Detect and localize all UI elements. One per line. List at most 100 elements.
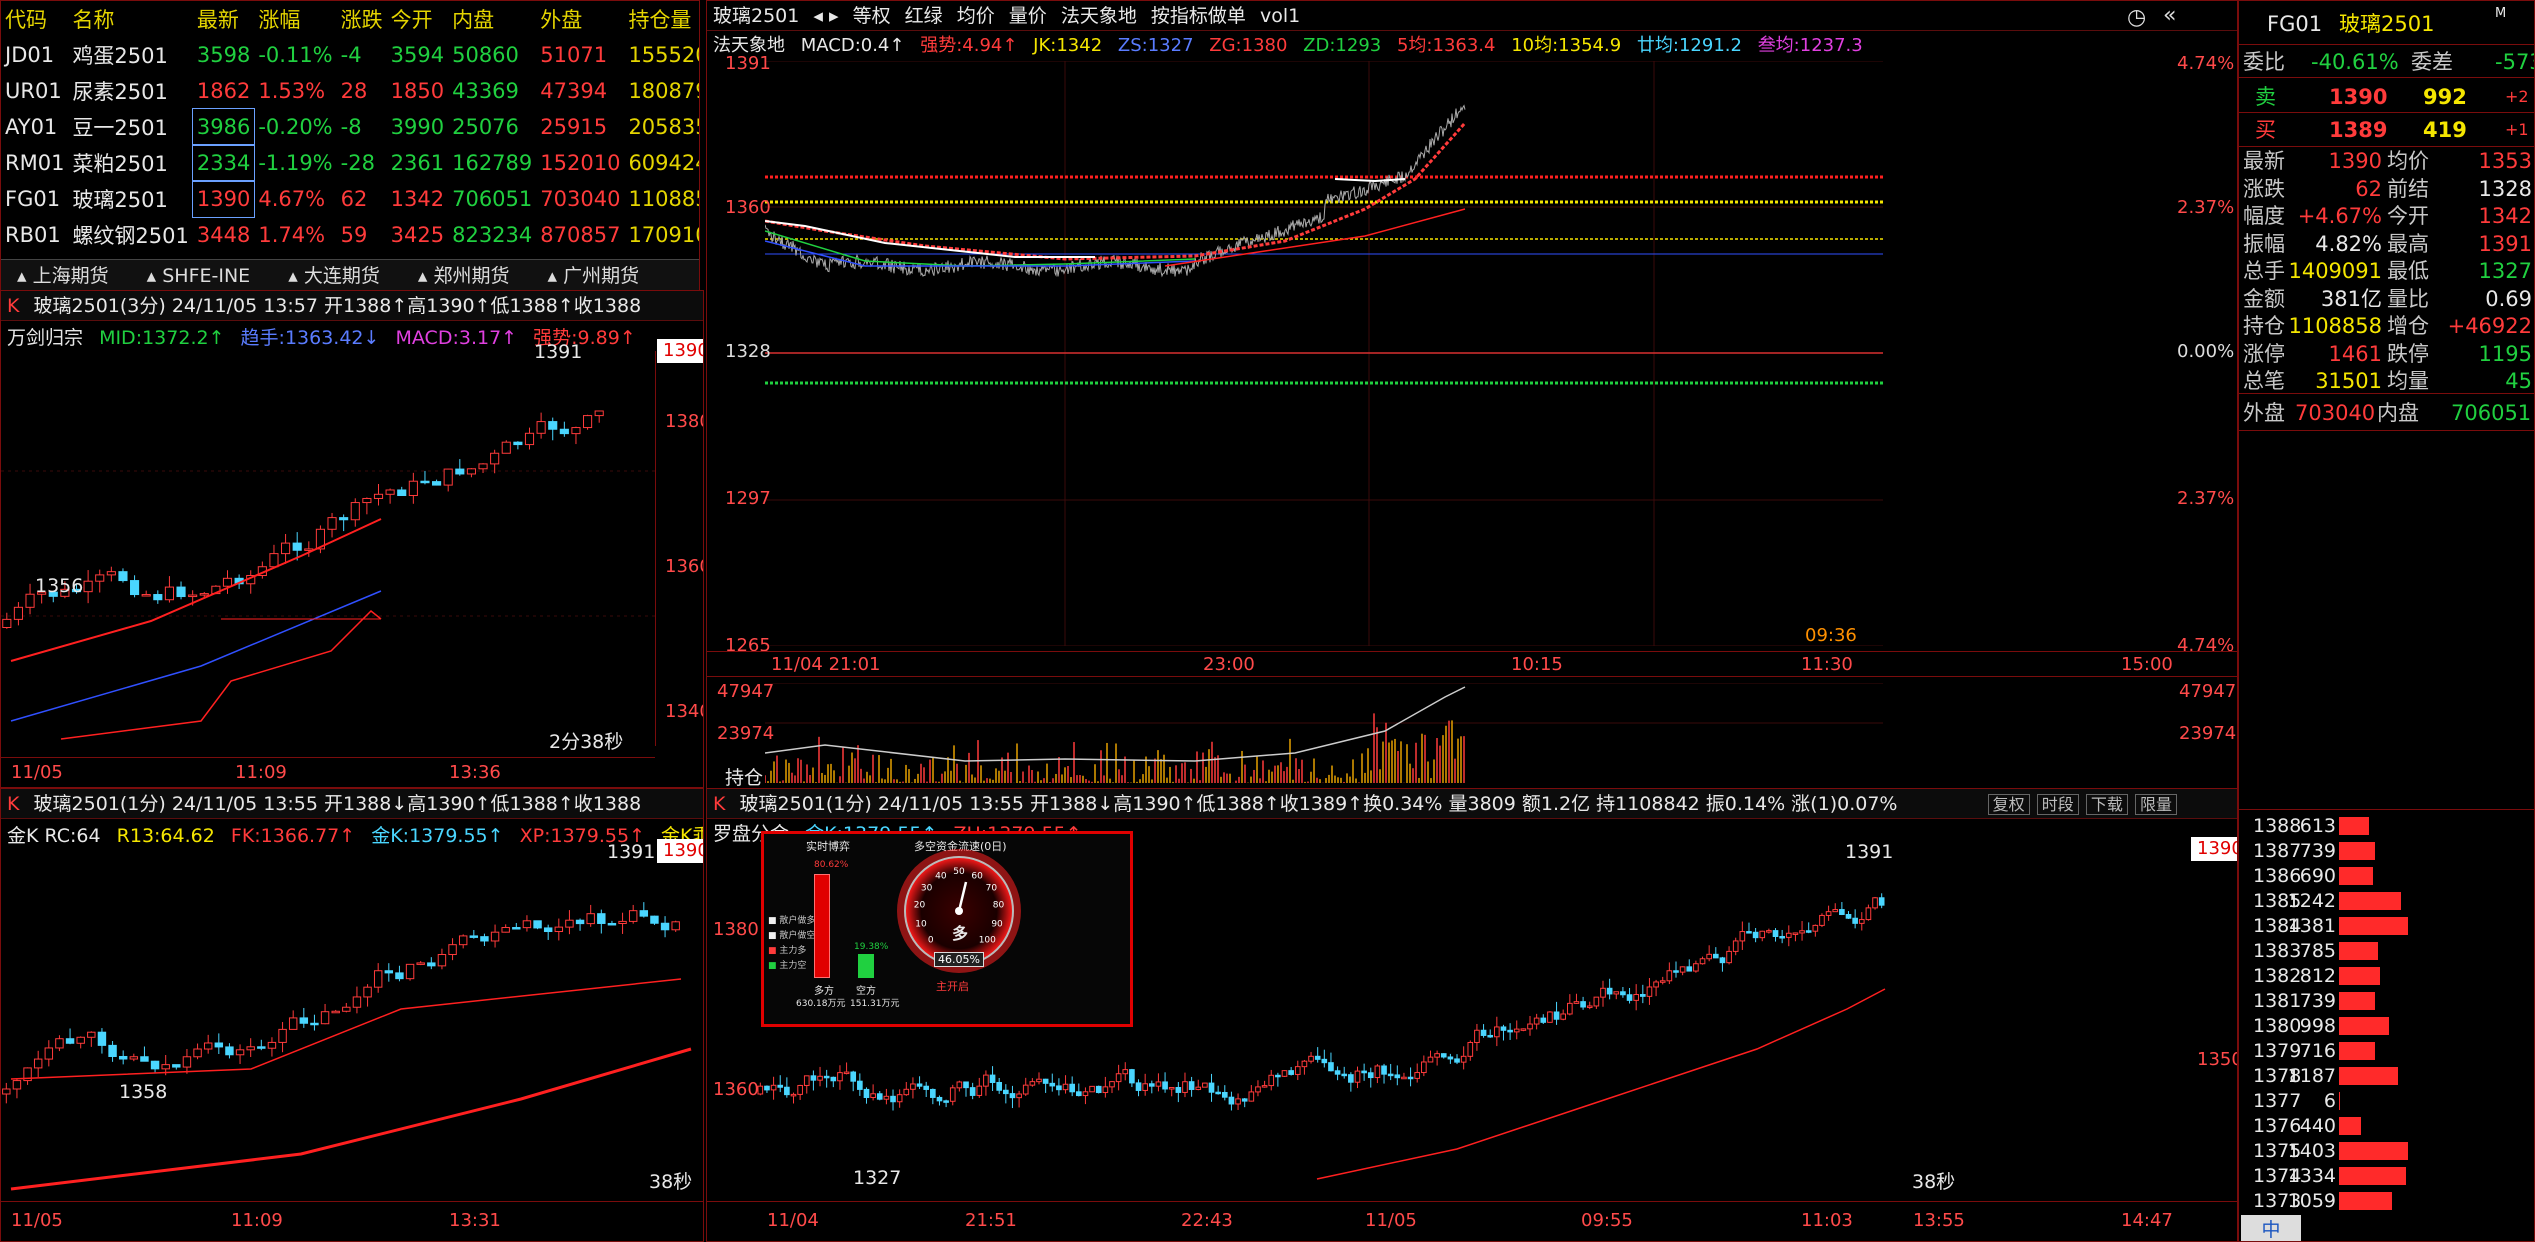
candle-body xyxy=(320,1011,330,1025)
distribution-row[interactable]: 1376 440 xyxy=(2239,1114,2534,1139)
indicator-name[interactable]: 万剑归宗 xyxy=(7,327,83,349)
col-outer[interactable]: 外盘 xyxy=(536,1,624,37)
quote-row[interactable]: UR01 尿素2501 1862 1.53% 28 1850 43369 47394 18087… xyxy=(1,73,699,109)
x-axis: 11/05 11:09 13:31 xyxy=(1,1201,703,1241)
ask-row[interactable]: 卖 1390 992 +2 xyxy=(2239,77,2534,113)
distribution-row[interactable]: 1387 739 xyxy=(2239,839,2534,864)
bid-row[interactable]: 买 1389 419 +1 xyxy=(2239,111,2534,147)
distribution-row[interactable]: 1380 998 xyxy=(2239,1014,2534,1039)
btn-trade-by-indicator[interactable]: 按指标做单 xyxy=(1151,5,1246,27)
stat-value: 1342 xyxy=(2478,204,2532,228)
candle-body xyxy=(432,481,442,486)
candle-body xyxy=(1792,932,1799,935)
btn-vol-price[interactable]: 量价 xyxy=(1009,5,1047,27)
btn-timeframe[interactable]: 时段 xyxy=(2036,794,2079,815)
distribution-row[interactable]: 1384 1381 xyxy=(2239,914,2534,939)
btn-adjust[interactable]: 复权 xyxy=(1987,794,2030,815)
tab-dce[interactable]: ▴ 大连期货 xyxy=(272,260,396,291)
col-open[interactable]: 今开 xyxy=(387,1,448,37)
distribution-row[interactable]: 1383 785 xyxy=(2239,939,2534,964)
nav-arrows[interactable]: ◂ ▸ xyxy=(813,5,838,27)
candle-body xyxy=(1421,1061,1427,1074)
money-flow-widget[interactable]: 实时博弈 多空资金流速(0日) ■ 散户做多 ■ 散户做空 ■ 主力多 ■ 主力… xyxy=(761,831,1133,1027)
stat-label: 均价 xyxy=(2387,149,2429,173)
distribution-row[interactable]: 1388 613 xyxy=(2239,814,2534,839)
cell-inner: 25076 xyxy=(452,115,519,139)
tab-shfe[interactable]: ▴ 上海期货 xyxy=(1,260,125,291)
kline-1min-center-panel[interactable]: K 玻璃2501(1分) 24/11/05 13:55 开1388↓高1390↑… xyxy=(706,788,2238,1242)
btn-indicator[interactable]: 法天象地 xyxy=(1061,5,1137,27)
candle-body xyxy=(1819,914,1825,926)
quote-row[interactable]: FG01 玻璃2501 1390 4.67% 62 1342 706051 703040 110… xyxy=(1,180,699,218)
candle-body xyxy=(1693,963,1699,972)
distribution-row[interactable]: 1379 716 xyxy=(2239,1039,2534,1064)
col-last[interactable]: 最新 xyxy=(193,1,254,37)
candle-body xyxy=(44,1047,54,1060)
candle-body xyxy=(903,1088,910,1096)
col-oi[interactable]: 持仓量 xyxy=(624,1,699,37)
quote-row[interactable]: RM01 菜粕2501 2334 -1.19% -28 2361 162789 152010 6… xyxy=(1,144,699,182)
btn-avg-price[interactable]: 均价 xyxy=(957,5,995,27)
k-badge[interactable]: K xyxy=(713,793,725,815)
ime-indicator[interactable]: 中 xyxy=(2241,1215,2301,1241)
candle-body xyxy=(1135,1082,1142,1091)
distribution-row[interactable]: 1373 1059 xyxy=(2239,1189,2534,1214)
candle-body xyxy=(554,926,564,933)
tab-czce[interactable]: ▴ 郑州期货 xyxy=(402,260,526,291)
ind-rc[interactable]: 金K RC:64 xyxy=(7,825,101,847)
candle-body xyxy=(1075,1091,1082,1097)
tab-shfe-ine[interactable]: ▴ SHFE-INE xyxy=(131,260,267,291)
bid-volume: 419 xyxy=(2423,118,2467,142)
distribution-row[interactable]: 1382 812 xyxy=(2239,964,2534,989)
btn-red-green[interactable]: 红绿 xyxy=(905,5,943,27)
btn-limit[interactable]: 限量 xyxy=(2134,794,2177,815)
bid-price: 1389 xyxy=(2329,118,2388,142)
low-label: 1327 xyxy=(853,1167,902,1189)
btn-equal-weight[interactable]: 等权 xyxy=(853,5,891,27)
cell-outer: 703040 xyxy=(540,187,621,211)
col-name[interactable]: 名称 xyxy=(68,1,192,37)
btn-vol1[interactable]: vol1 xyxy=(1260,5,1300,27)
tab-gfex[interactable]: ▴ 广州期货 xyxy=(532,260,656,291)
kline-1min-left-panel[interactable]: K 玻璃2501(1分) 24/11/05 13:55 开1388↓高1390↑… xyxy=(0,788,704,1242)
candle-body xyxy=(257,1046,266,1049)
distribution-row[interactable]: 1386 690 xyxy=(2239,864,2534,889)
kline-3min-panel[interactable]: K 玻璃2501(3分) 24/11/05 13:57 开1388↑高1390↑… xyxy=(0,290,704,788)
distribution-row[interactable]: 1377 6 xyxy=(2239,1089,2534,1114)
distribution-row[interactable]: 1374 1334 xyxy=(2239,1164,2534,1189)
distribution-row[interactable]: 1378 1187 xyxy=(2239,1064,2534,1089)
stat-label: 振幅 xyxy=(2243,231,2285,256)
candle-body xyxy=(949,1087,956,1102)
outer-value: 703040 xyxy=(2295,401,2376,425)
col-chg[interactable]: 涨跌 xyxy=(337,1,387,37)
intraday-panel[interactable]: 玻璃2501 ◂ ▸ 等权 红绿 均价 量价 法天象地 按指标做单 vol1 ◷… xyxy=(706,0,2238,790)
price-volume-distribution[interactable]: 1388 613 1387 739 1386 690 1385 1242 138… xyxy=(2239,809,2534,1219)
btn-download[interactable]: 下载 xyxy=(2085,794,2128,815)
avg-line xyxy=(1334,178,1406,183)
quote-row[interactable]: JD01 鸡蛋2501 3598 -0.11% -4 3594 50860 51071 1555… xyxy=(1,37,699,73)
dist-bar xyxy=(2339,842,2375,860)
clock-icon[interactable]: ◷ xyxy=(2127,5,2146,30)
volume-canvas[interactable] xyxy=(765,683,1883,783)
quote-row[interactable]: RB01 螺纹钢2501 3448 1.74% 59 3425 823234 870857 17… xyxy=(1,217,699,253)
k-badge[interactable]: K xyxy=(7,295,19,317)
candle-body xyxy=(1341,1073,1348,1077)
cell-last: 3986 xyxy=(191,108,256,146)
col-pct[interactable]: 涨幅 xyxy=(254,1,336,37)
candle-body xyxy=(543,927,553,933)
k-badge[interactable]: K xyxy=(7,793,19,815)
intraday-symbol[interactable]: 玻璃2501 xyxy=(713,5,799,27)
kline-3min-canvas[interactable] xyxy=(1,351,655,746)
candle-body xyxy=(1626,994,1633,1001)
intraday-canvas[interactable] xyxy=(765,61,1883,646)
col-inner[interactable]: 内盘 xyxy=(448,1,536,37)
col-code[interactable]: 代码 xyxy=(1,1,68,37)
distribution-row[interactable]: 1375 1403 xyxy=(2239,1139,2534,1164)
double-chevron-left-icon[interactable]: « xyxy=(2163,3,2176,28)
distribution-row[interactable]: 1381 739 xyxy=(2239,989,2534,1014)
ind-zs: ZS:1327 xyxy=(1117,35,1194,56)
dist-volume: 1403 xyxy=(2287,1140,2336,1162)
kline-1min-left-canvas[interactable] xyxy=(1,849,701,1199)
quote-row[interactable]: AY01 豆一2501 3986 -0.20% -8 3990 25076 25915 2058… xyxy=(1,108,699,146)
distribution-row[interactable]: 1385 1242 xyxy=(2239,889,2534,914)
